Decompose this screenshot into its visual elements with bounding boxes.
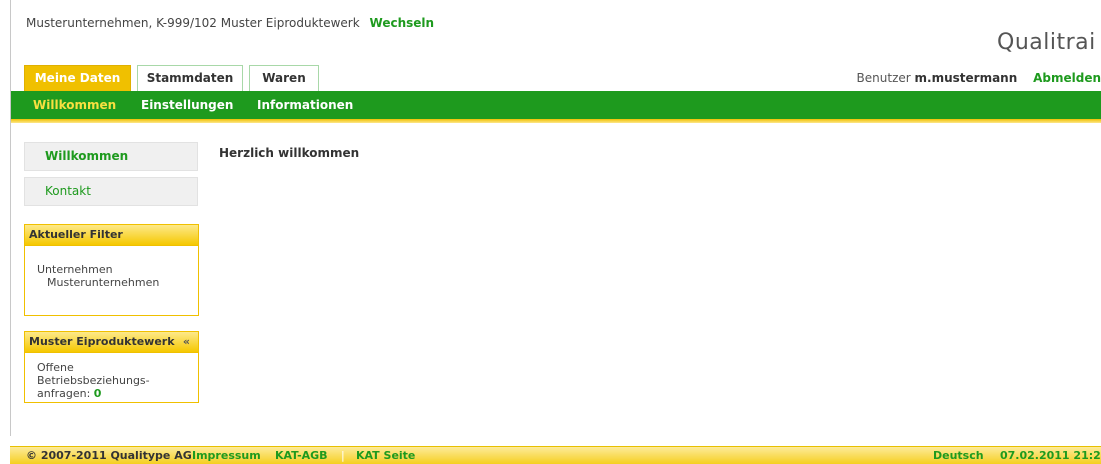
page-title: Herzlich willkommen xyxy=(219,146,360,160)
company-line: Musterunternehmen, K-999/102 Muster Eipr… xyxy=(26,16,434,30)
current-filter-title: Aktueller Filter xyxy=(25,225,198,246)
current-filter-box: Aktueller Filter Unternehmen Musterunter… xyxy=(24,224,199,316)
kat-agb-link[interactable]: KAT-AGB xyxy=(275,447,328,464)
footer-separator: | xyxy=(341,449,345,462)
header-divider xyxy=(11,119,1101,123)
tab-stammdaten[interactable]: Stammdaten xyxy=(137,65,243,91)
open-requests-label-2: anfragen: xyxy=(37,387,91,400)
werk-box: Muster Eiproduktewerk « Offene Betriebsb… xyxy=(24,331,199,403)
company-name: Musterunternehmen, K-999/102 Muster Eipr… xyxy=(26,16,360,30)
werk-box-title: Muster Eiproduktewerk xyxy=(29,335,175,348)
current-filter-body: Unternehmen Musterunternehmen xyxy=(25,246,198,297)
footer: © 2007-2011 Qualitype AG Impressum KAT-A… xyxy=(10,446,1101,464)
qualitrain-logo: Qualitrai xyxy=(997,30,1096,55)
open-requests-line: anfragen: 0 xyxy=(37,387,186,400)
werk-box-header: Muster Eiproduktewerk « xyxy=(25,332,198,353)
subnav-einstellungen[interactable]: Einstellungen xyxy=(141,98,233,112)
open-requests-label: Offene Betriebsbeziehungs- xyxy=(37,361,150,387)
logout-link[interactable]: Abmelden xyxy=(1033,71,1101,85)
sub-navigation: Willkommen Einstellungen Informationen xyxy=(11,91,1101,119)
language-switch[interactable]: Deutsch xyxy=(933,447,984,464)
kat-seite-link[interactable]: KAT Seite xyxy=(356,447,415,464)
footer-datetime: 07.02.2011 21:28 xyxy=(1000,449,1101,462)
sidemenu-kontakt[interactable]: Kontakt xyxy=(24,177,198,206)
sidemenu-willkommen[interactable]: Willkommen xyxy=(24,142,198,171)
logo-text: Qualitrai xyxy=(997,30,1096,55)
tab-waren[interactable]: Waren xyxy=(249,65,319,91)
user-name: m.mustermann xyxy=(914,71,1018,85)
impressum-link[interactable]: Impressum xyxy=(192,447,261,464)
subnav-willkommen[interactable]: Willkommen xyxy=(33,98,116,112)
user-area: Benutzer m.mustermann Abmelden xyxy=(857,71,1101,85)
werk-box-body: Offene Betriebsbeziehungs- anfragen: 0 xyxy=(25,353,198,408)
subnav-informationen[interactable]: Informationen xyxy=(257,98,353,112)
filter-label: Unternehmen xyxy=(37,263,113,276)
filter-value: Musterunternehmen xyxy=(47,276,160,289)
open-requests-count[interactable]: 0 xyxy=(94,387,102,400)
user-prefix: Benutzer xyxy=(856,71,911,85)
switch-company-link[interactable]: Wechseln xyxy=(370,16,435,30)
tab-meine-daten[interactable]: Meine Daten xyxy=(24,65,131,91)
collapse-icon[interactable]: « xyxy=(183,332,190,352)
copyright: © 2007-2011 Qualitype AG xyxy=(26,449,192,462)
